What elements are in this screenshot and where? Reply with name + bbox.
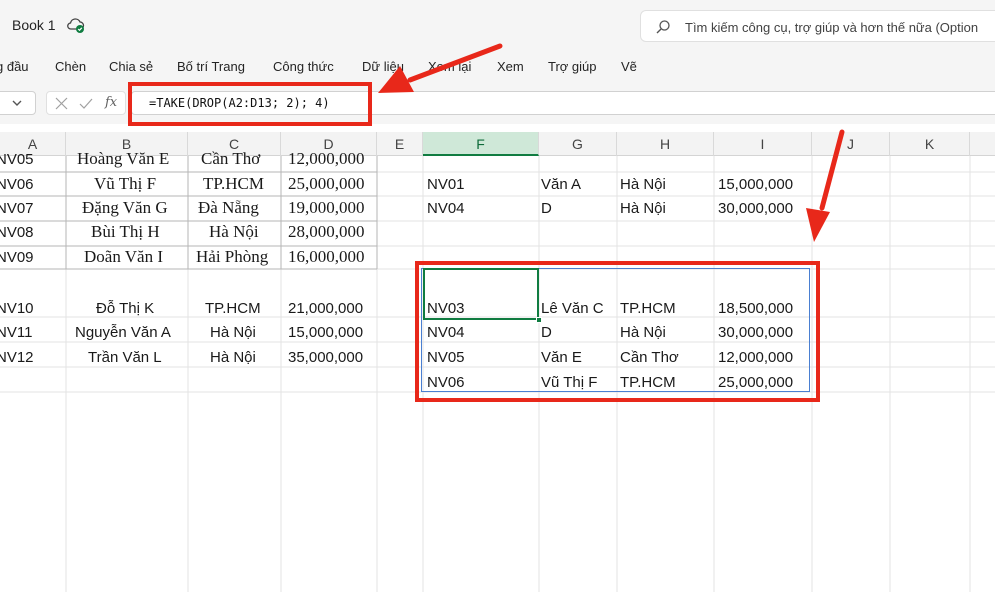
- cell-f-nv04[interactable]: NV04: [427, 199, 465, 219]
- column-header-h[interactable]: H: [617, 132, 714, 156]
- cell-c-nv06[interactable]: TP.HCM: [203, 174, 264, 194]
- cell-b-nv09[interactable]: Doãn Văn I: [84, 247, 163, 267]
- column-header-i[interactable]: I: [714, 132, 812, 156]
- tab-help[interactable]: Trợ giúp: [548, 59, 597, 74]
- cell-c-nv12[interactable]: Hà Nội: [210, 348, 256, 368]
- cell-a-nv08[interactable]: NV08: [0, 223, 34, 243]
- cell-a-nv07[interactable]: NV07: [0, 199, 34, 219]
- cell-b-nv08[interactable]: Bùi Thị H: [91, 222, 160, 242]
- cell-b-nv06[interactable]: Vũ Thị F: [94, 174, 156, 194]
- cell-d-nv08[interactable]: 28,000,000: [288, 222, 365, 242]
- cell-g-nv04[interactable]: D: [541, 199, 552, 219]
- tab-home[interactable]: g đầu: [0, 59, 29, 74]
- name-box[interactable]: [0, 91, 36, 115]
- cell-c-nv10[interactable]: TP.HCM: [205, 299, 261, 319]
- cloud-saved-icon[interactable]: [66, 16, 86, 34]
- cell-a-nv09[interactable]: NV09: [0, 248, 34, 268]
- insert-function-button[interactable]: fx: [105, 95, 117, 110]
- workbook-title[interactable]: Book 1: [12, 17, 56, 33]
- cell-d-nv07[interactable]: 19,000,000: [288, 198, 365, 218]
- cell-h-nv01[interactable]: Hà Nội: [620, 175, 666, 195]
- cell-g-nv01[interactable]: Văn A: [541, 175, 581, 195]
- column-header-k[interactable]: K: [890, 132, 970, 156]
- cell-c-nv11[interactable]: Hà Nội: [210, 323, 256, 343]
- tab-view[interactable]: Xem: [497, 59, 524, 74]
- cell-b-nv07[interactable]: Đặng Văn G: [82, 198, 168, 218]
- search-box[interactable]: Tìm kiếm công cụ, trợ giúp và hơn thế nữ…: [640, 10, 995, 42]
- cell-a-nv06[interactable]: NV06: [0, 175, 34, 195]
- column-header-e[interactable]: E: [377, 132, 423, 156]
- tab-insert[interactable]: Chèn: [55, 59, 86, 74]
- cell-b-nv12[interactable]: Trần Văn L: [88, 348, 162, 368]
- cell-c-nv05[interactable]: Cần Thơ: [201, 149, 260, 169]
- result-highlight-box: [415, 261, 820, 402]
- tab-page-layout[interactable]: Bố trí Trang: [177, 59, 245, 74]
- ribbon-tabs: g đầu Chèn Chia sẻ Bố trí Trang Công thứ…: [0, 50, 995, 82]
- cell-d-nv10[interactable]: 21,000,000: [288, 299, 363, 319]
- cell-b-nv05[interactable]: Hoàng Văn E: [77, 149, 169, 169]
- cell-h-nv04[interactable]: Hà Nội: [620, 199, 666, 219]
- cell-d-nv06[interactable]: 25,000,000: [288, 174, 365, 194]
- formula-tools: fx: [46, 91, 126, 115]
- title-bar: Book 1 Tìm kiếm công cụ, trợ giúp và hơn…: [0, 0, 995, 50]
- cell-a-nv10[interactable]: NV10: [0, 299, 34, 319]
- tab-draw[interactable]: Vẽ: [621, 59, 637, 74]
- cell-d-nv05[interactable]: 12,000,000: [288, 149, 365, 169]
- cell-f-nv01[interactable]: NV01: [427, 175, 465, 195]
- cell-b-nv11[interactable]: Nguyễn Văn A: [75, 323, 171, 343]
- search-icon: [656, 20, 670, 34]
- check-icon[interactable]: [79, 97, 93, 110]
- cell-d-nv09[interactable]: 16,000,000: [288, 247, 365, 267]
- chevron-down-icon[interactable]: [11, 98, 23, 108]
- cell-c-nv09[interactable]: Hải Phòng: [196, 247, 268, 267]
- cell-c-nv08[interactable]: Hà Nội: [209, 222, 259, 242]
- search-placeholder: Tìm kiếm công cụ, trợ giúp và hơn thế nữ…: [685, 20, 979, 35]
- column-header-j[interactable]: J: [812, 132, 890, 156]
- cell-a-nv11[interactable]: NV11: [0, 323, 32, 343]
- cell-d-nv12[interactable]: 35,000,000: [288, 348, 363, 368]
- tab-data[interactable]: Dữ liệu: [362, 59, 404, 74]
- cell-a-nv05[interactable]: NV05: [0, 150, 34, 170]
- column-header-g[interactable]: G: [539, 132, 617, 156]
- column-header-f[interactable]: F: [423, 132, 539, 156]
- tab-share[interactable]: Chia sẻ: [109, 59, 153, 74]
- cell-d-nv11[interactable]: 15,000,000: [288, 323, 363, 343]
- cell-a-nv12[interactable]: NV12: [0, 348, 34, 368]
- formula-highlight-box: [128, 82, 372, 126]
- close-icon[interactable]: [55, 97, 68, 110]
- cell-i-nv01[interactable]: 15,000,000: [718, 175, 793, 195]
- tab-review[interactable]: Xem lại: [428, 59, 471, 74]
- cell-i-nv04[interactable]: 30,000,000: [718, 199, 793, 219]
- cell-b-nv10[interactable]: Đỗ Thị K: [96, 299, 154, 319]
- tab-formulas[interactable]: Công thức: [273, 59, 334, 74]
- cell-c-nv07[interactable]: Đà Nẵng: [198, 198, 259, 218]
